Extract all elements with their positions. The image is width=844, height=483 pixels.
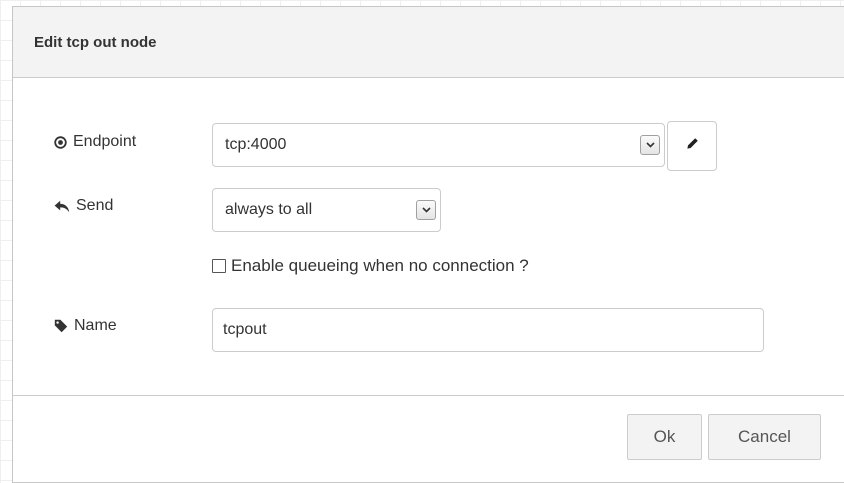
tag-icon bbox=[54, 319, 68, 333]
reply-arrow-icon bbox=[54, 200, 70, 213]
name-input[interactable] bbox=[212, 308, 764, 352]
chevron-down-icon[interactable] bbox=[416, 200, 436, 220]
queue-checkbox-row[interactable]: Enable queueing when no connection ? bbox=[212, 256, 529, 276]
dialog-titlebar: Edit tcp out node bbox=[13, 7, 844, 78]
cancel-button[interactable]: Cancel bbox=[708, 414, 821, 460]
dot-circle-icon bbox=[54, 135, 67, 149]
dialog-content: Endpoint tcp:4000 Send always to all Ena… bbox=[13, 78, 844, 396]
chevron-down-icon[interactable] bbox=[640, 135, 660, 155]
dialog-footer: Ok Cancel bbox=[13, 396, 844, 482]
name-label: Name bbox=[54, 317, 117, 335]
ok-button[interactable]: Ok bbox=[627, 414, 702, 460]
send-label-text: Send bbox=[76, 197, 114, 214]
edit-endpoint-button[interactable] bbox=[667, 121, 717, 171]
send-select-value: always to all bbox=[225, 201, 313, 218]
queue-checkbox[interactable] bbox=[212, 259, 226, 273]
name-label-text: Name bbox=[74, 317, 117, 334]
send-select[interactable]: always to all bbox=[212, 188, 441, 232]
dialog-title: Edit tcp out node bbox=[34, 33, 157, 51]
endpoint-select-value: tcp:4000 bbox=[225, 136, 287, 153]
queue-checkbox-label: Enable queueing when no connection ? bbox=[231, 256, 529, 275]
pencil-icon bbox=[686, 137, 699, 155]
endpoint-select[interactable]: tcp:4000 bbox=[212, 123, 665, 167]
endpoint-label-text: Endpoint bbox=[73, 133, 137, 150]
endpoint-label: Endpoint bbox=[54, 133, 136, 151]
send-label: Send bbox=[54, 197, 113, 215]
edit-node-dialog: Edit tcp out node Endpoint tcp:4000 Send… bbox=[12, 6, 844, 483]
